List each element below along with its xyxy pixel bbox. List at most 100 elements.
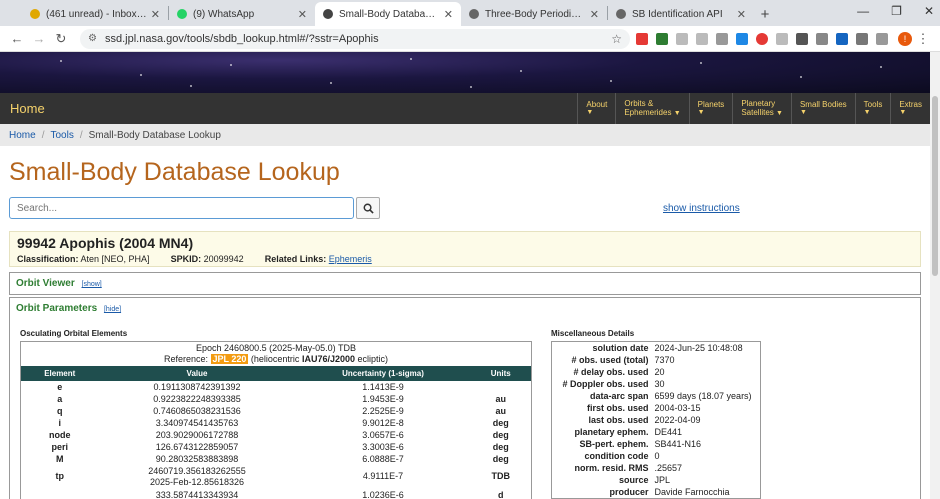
column-header-element: Element	[20, 365, 99, 381]
orbit-viewer-title: Orbit Viewer	[16, 278, 75, 289]
back-icon[interactable]: ←	[6, 31, 28, 46]
orbit-parameters-section: Orbit Parameters [hide] Osculating Orbit…	[9, 297, 921, 499]
nav-label: Tools	[863, 99, 883, 109]
tab-close-icon[interactable]: ✕	[151, 8, 160, 21]
tab-sb-identification-api[interactable]: SB Identification API ✕	[608, 2, 754, 26]
extension-gray-icon[interactable]	[676, 32, 688, 45]
orbit-parameters-header: Orbit Parameters [hide]	[10, 298, 920, 319]
column-header-uncertainty: Uncertainty (1-sigma)	[295, 365, 471, 381]
extension-red-icon[interactable]	[636, 32, 648, 45]
nav-extras[interactable]: Extras ▼	[890, 93, 930, 124]
breadcrumb-home[interactable]: Home	[9, 130, 36, 141]
parameters-columns: Osculating Orbital Elements Epoch 246080…	[10, 329, 920, 499]
show-instructions-link[interactable]: show instructions	[663, 203, 740, 214]
nav-orbits-ephemerides[interactable]: Orbits & Ephemerides ▼	[615, 93, 688, 124]
caret-down-icon: ▼	[673, 110, 681, 118]
table-row: # obs. used (total) 7370	[571, 355, 675, 365]
extension-gray-icon[interactable]	[776, 32, 788, 45]
nav-label: Small Bodies	[799, 99, 847, 109]
object-summary: 99942 Apophis (2004 MN4) Classification:…	[9, 231, 921, 267]
extension-dark-icon[interactable]	[796, 32, 808, 45]
nav-planets[interactable]: Planets ▼	[688, 93, 733, 124]
page-scrollbar[interactable]	[930, 52, 940, 499]
breadcrumb-current: Small-Body Database Lookup	[88, 129, 221, 141]
close-window-icon[interactable]: ✕	[924, 4, 934, 18]
search-input[interactable]	[9, 197, 354, 219]
orbit-viewer-show-toggle[interactable]: [show]	[82, 281, 102, 288]
nav-label-line2: Satellites ▼	[741, 108, 783, 118]
new-tab-button[interactable]: +	[754, 2, 776, 26]
misc-details-panel: Miscellaneous Details solution date 2024-…	[551, 329, 761, 499]
nav-about[interactable]: About ▼	[577, 93, 615, 124]
bookmark-star-icon[interactable]: ☆	[611, 32, 622, 46]
nav-label: Orbits &	[624, 98, 654, 108]
globe-icon	[469, 9, 479, 19]
extension-blue-icon[interactable]	[736, 32, 748, 45]
puzzle-icon[interactable]	[816, 32, 828, 45]
search-row: show instructions	[9, 197, 930, 219]
minimize-icon[interactable]: —	[857, 4, 869, 18]
media-icon[interactable]	[856, 32, 868, 45]
breadcrumb-tools[interactable]: Tools	[50, 130, 73, 141]
download-icon[interactable]	[836, 32, 848, 45]
caret-down-icon: ▼	[863, 109, 871, 117]
table-row: planetary ephem. DE441	[574, 427, 683, 437]
table-row: first obs. used 2004-03-15	[586, 403, 701, 413]
tab-zoho-inbox[interactable]: (461 unread) - Inbox - Zoho Ma ✕	[22, 2, 168, 26]
tab-three-body-api[interactable]: Three-Body Periodic Orbits API ✕	[461, 2, 607, 26]
tab-sbdb-lookup[interactable]: Small-Body Database Lookup ✕	[315, 2, 461, 26]
table-row: data-arc span 6599 days (18.07 years)	[589, 391, 752, 401]
breadcrumb-separator: /	[79, 129, 83, 141]
download-green-icon[interactable]	[656, 32, 668, 45]
reload-icon[interactable]: ↻	[50, 31, 72, 47]
site-info-icon[interactable]: ⚙	[88, 33, 97, 44]
search-button[interactable]	[356, 197, 380, 219]
tab-whatsapp[interactable]: (9) WhatsApp ✕	[169, 2, 315, 26]
tab-close-icon[interactable]: ✕	[590, 8, 599, 21]
breadcrumb-separator: /	[41, 129, 45, 141]
address-bar: ← → ↻ ⚙ ssd.jpl.nasa.gov/tools/sbdb_look…	[0, 26, 940, 52]
table-row: condition code 0	[584, 451, 660, 461]
table-row: 333.5874413343934 1.0236E-6 d	[155, 490, 504, 499]
profile-avatar[interactable]: !	[898, 31, 912, 46]
tab-close-icon[interactable]: ✕	[298, 8, 307, 21]
url-text: ssd.jpl.nasa.gov/tools/sbdb_lookup.html#…	[104, 32, 379, 45]
caret-down-icon: ▼	[776, 110, 783, 118]
table-row: # Doppler obs. used 30	[562, 379, 665, 389]
classification-value: Aten [NEO, PHA]	[80, 254, 150, 264]
extension-gray-icon[interactable]	[716, 32, 728, 45]
tab-close-icon[interactable]: ✕	[444, 8, 453, 21]
opera-icon[interactable]	[756, 32, 768, 45]
misc-details-table: solution date 2024-Jun-25 10:48:08 # obs.…	[551, 341, 761, 499]
nav-home[interactable]: Home	[0, 93, 577, 124]
table-row: i 3.340974541435763 9.9012E-8 deg	[58, 417, 509, 428]
reference-badge[interactable]: JPL 220	[210, 353, 249, 364]
site-navbar: Home About ▼ Orbits & Ephemerides ▼ Plan…	[0, 93, 930, 124]
url-field[interactable]: ⚙ ssd.jpl.nasa.gov/tools/sbdb_lookup.htm…	[80, 28, 630, 49]
misc-details-caption: Miscellaneous Details	[551, 329, 635, 338]
extension-gray-icon[interactable]	[696, 32, 708, 45]
orbit-parameters-title: Orbit Parameters	[16, 303, 98, 314]
table-row: # delay obs. used 20	[573, 367, 665, 377]
maximize-icon[interactable]: ❐	[891, 4, 902, 18]
classification-label: Classification:	[17, 254, 79, 264]
sidebar-icon[interactable]	[876, 32, 888, 45]
epoch-row: Epoch 2460800.5 (2025-May-05.0) TDB Refe…	[21, 342, 532, 366]
tab-close-icon[interactable]: ✕	[737, 8, 746, 21]
nav-small-bodies[interactable]: Small Bodies ▼	[790, 93, 855, 124]
object-meta: Classification: Aten [NEO, PHA] SPKID: 2…	[17, 254, 913, 264]
orbit-viewer-header: Orbit Viewer [show]	[10, 273, 920, 294]
tab-title: Three-Body Periodic Orbits API	[485, 8, 586, 20]
orbit-parameters-hide-toggle[interactable]: [hide]	[104, 306, 121, 313]
tab-title: SB Identification API	[632, 8, 723, 20]
nav-planetary-satellites[interactable]: Planetary Satellites ▼	[732, 93, 791, 124]
scrollbar-thumb[interactable]	[932, 96, 938, 276]
ephemeris-link[interactable]: Ephemeris	[329, 254, 372, 264]
table-row: norm. resid. RMS .25657	[574, 463, 683, 473]
menu-kebab-icon[interactable]: ⋮	[912, 31, 934, 47]
table-row: node 203.9029006172788 3.0657E-6 deg	[49, 429, 509, 440]
nav-tools[interactable]: Tools ▼	[854, 93, 891, 124]
object-title: 99942 Apophis (2004 MN4)	[17, 235, 194, 251]
site-banner	[0, 52, 930, 93]
forward-icon[interactable]: →	[28, 31, 50, 46]
